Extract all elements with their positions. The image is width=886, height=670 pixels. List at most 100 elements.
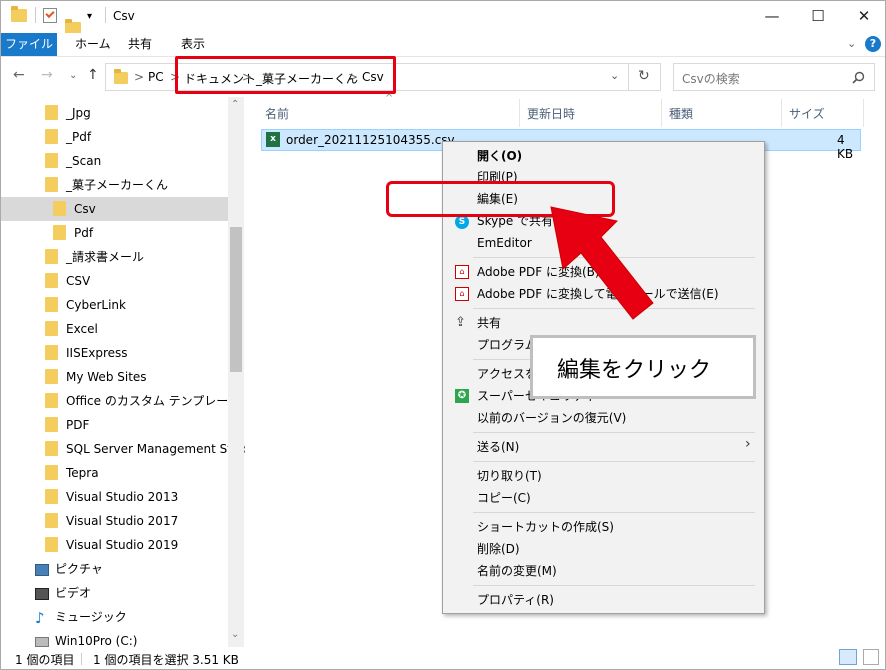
chevron-right-icon: › — [745, 436, 751, 452]
folder-icon — [45, 417, 58, 432]
menu-copy[interactable]: コピー(C) — [477, 488, 531, 508]
search-box[interactable]: Csvの検索 — [673, 63, 875, 91]
menu-properties[interactable]: プロパティ(R) — [477, 590, 554, 610]
tab-view[interactable]: 表示 — [169, 33, 217, 56]
nav-item-pdf[interactable]: _Pdf — [45, 125, 91, 149]
nav-item-excel[interactable]: Excel — [45, 317, 98, 341]
recent-locations-icon[interactable]: ⌄ — [69, 70, 77, 81]
folder-icon — [45, 345, 58, 360]
nav-item-invoice-mail[interactable]: _請求書メール — [45, 245, 144, 269]
close-button[interactable]: ✕ — [841, 1, 886, 33]
tab-file[interactable]: ファイル — [1, 33, 57, 56]
maximize-button[interactable]: ☐ — [795, 1, 841, 33]
item-count: 1 個の項目 — [15, 653, 75, 667]
nav-item-vs2019[interactable]: Visual Studio 2019 — [45, 533, 178, 557]
adobe-pdf-icon: ⌂ — [455, 265, 469, 279]
nav-item-pdf-upper[interactable]: PDF — [45, 413, 89, 437]
column-divider[interactable] — [863, 99, 864, 127]
menu-separator — [473, 585, 755, 586]
column-size[interactable]: サイズ — [789, 105, 825, 122]
divider — [628, 64, 629, 90]
menu-share[interactable]: 共有 — [477, 313, 501, 333]
menu-delete[interactable]: 削除(D) — [477, 539, 520, 559]
menu-separator — [473, 432, 755, 433]
menu-rename[interactable]: 名前の変更(M) — [477, 561, 557, 581]
nav-item-music[interactable]: ♪ ミュージック — [35, 605, 127, 629]
folder-icon — [45, 273, 58, 288]
column-date-modified[interactable]: 更新日時 — [527, 105, 575, 122]
folder-icon — [45, 321, 58, 336]
folder-icon — [11, 6, 27, 22]
menu-open[interactable]: 開く(O) — [477, 146, 522, 166]
refresh-icon[interactable]: ↻ — [638, 68, 650, 84]
nav-item-videos[interactable]: ビデオ — [35, 581, 91, 605]
nav-scrollbar[interactable]: ⌃ ⌄ — [228, 97, 244, 647]
column-name[interactable]: 名前 — [265, 105, 289, 122]
nav-item-pictures[interactable]: ピクチャ — [35, 557, 103, 581]
details-view-icon[interactable] — [839, 649, 857, 665]
properties-icon[interactable] — [43, 8, 57, 23]
minimize-button[interactable]: — — [749, 1, 795, 33]
nav-item-iisexpress[interactable]: IISExpress — [45, 341, 128, 365]
search-input[interactable]: Csvの検索 — [682, 70, 740, 87]
nav-item-kashi[interactable]: _菓子メーカーくん — [45, 173, 168, 197]
nav-item-vs2013[interactable]: Visual Studio 2013 — [45, 485, 178, 509]
nav-item-sql-server[interactable]: SQL Server Management Studio — [45, 437, 245, 461]
folder-icon — [45, 249, 58, 264]
menu-send-to[interactable]: 送る(N) — [477, 437, 519, 457]
folder-icon — [45, 153, 58, 168]
pictures-icon — [35, 563, 49, 576]
column-type[interactable]: 種類 — [669, 105, 693, 122]
file-name: order_20211125104355.csv — [286, 133, 455, 147]
share-icon: ⇪ — [455, 315, 466, 330]
breadcrumb-separator: > — [134, 70, 145, 84]
selection-info: 1 個の項目を選択 3.51 KB — [93, 653, 239, 667]
folder-icon — [45, 489, 58, 504]
back-icon[interactable]: ← — [13, 67, 25, 83]
menu-restore-previous[interactable]: 以前のバージョンの復元(V) — [477, 408, 626, 428]
forward-icon[interactable]: → — [41, 67, 53, 83]
expand-ribbon-icon[interactable]: ⌄ — [847, 37, 856, 50]
search-icon[interactable] — [852, 71, 865, 84]
address-row: ← → ⌄ ↑ > PC > ドキュメント > _菓子メーカーくん > Csv … — [1, 57, 885, 97]
nav-item-pdf-sub[interactable]: Pdf — [53, 221, 93, 245]
scroll-down-icon[interactable]: ⌄ — [231, 629, 239, 640]
nav-item-vs2017[interactable]: Visual Studio 2017 — [45, 509, 178, 533]
folder-icon — [45, 177, 58, 192]
address-dropdown-icon[interactable]: ⌄ — [610, 69, 619, 82]
breadcrumb-pc[interactable]: PC — [148, 70, 164, 84]
nav-item-my-web-sites[interactable]: My Web Sites — [45, 365, 147, 389]
nav-item-scan[interactable]: _Scan — [45, 149, 101, 173]
sort-ascending-icon: ^ — [385, 93, 394, 104]
divider — [81, 653, 82, 665]
large-icons-view-icon[interactable] — [863, 649, 879, 665]
scroll-thumb[interactable] — [230, 227, 242, 372]
divider — [105, 7, 106, 23]
tab-home[interactable]: ホーム — [63, 33, 123, 56]
menu-cut[interactable]: 切り取り(T) — [477, 466, 542, 486]
chevron-down-icon[interactable]: ▾ — [87, 11, 92, 22]
column-divider[interactable] — [781, 99, 782, 127]
up-icon[interactable]: ↑ — [87, 67, 99, 83]
nav-item-cyberlink[interactable]: CyberLink — [45, 293, 126, 317]
nav-item-jpg[interactable]: _Jpg — [45, 101, 91, 125]
window-title: Csv — [113, 9, 135, 23]
column-divider[interactable] — [519, 99, 520, 127]
nav-item-csv-selected[interactable]: Csv — [1, 197, 228, 221]
menu-emeditor[interactable]: EmEditor — [477, 233, 532, 253]
super-security-icon: ✪ — [455, 389, 469, 403]
nav-item-office-templates[interactable]: Office のカスタム テンプレート — [45, 389, 240, 413]
folder-icon — [45, 393, 58, 408]
tab-share[interactable]: 共有 — [116, 33, 164, 56]
nav-item-tepra[interactable]: Tepra — [45, 461, 99, 485]
scroll-up-icon[interactable]: ⌃ — [231, 99, 239, 110]
nav-item-csv-upper[interactable]: CSV — [45, 269, 90, 293]
skype-icon: S — [455, 215, 469, 229]
nav-item-c-drive[interactable]: Win10Pro (C:) — [35, 629, 137, 647]
menu-create-shortcut[interactable]: ショートカットの作成(S) — [477, 517, 614, 537]
menu-separator — [473, 512, 755, 513]
column-divider[interactable] — [661, 99, 662, 127]
adobe-pdf-mail-icon: ⌂ — [455, 287, 469, 301]
folder-icon — [53, 225, 66, 240]
help-icon[interactable]: ? — [865, 36, 881, 52]
